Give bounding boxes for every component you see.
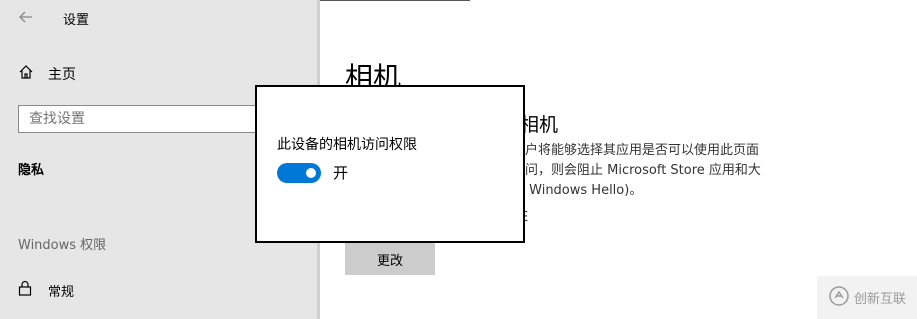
sidebar-item-home[interactable]: 主页	[18, 64, 76, 84]
sidebar-item-label: 常规	[48, 284, 75, 300]
section-heading: Windows 权限	[18, 238, 107, 253]
change-button[interactable]: 更改	[345, 243, 435, 275]
watermark-logo-icon	[828, 285, 850, 311]
app-title: 设置	[63, 13, 90, 28]
watermark: 创新互联	[817, 276, 917, 319]
description-line: 访问，则会阻止 Microsoft Store 应用和大	[512, 163, 761, 178]
camera-access-label: 此设备的相机访问权限	[277, 137, 417, 153]
camera-access-dialog: 此设备的相机访问权限 开	[255, 85, 525, 243]
description-line: 用户将能够选择其应用是否可以使用此页面	[512, 143, 760, 158]
toggle-state-text: 开	[333, 164, 349, 182]
sidebar-item-general[interactable]: 常规	[18, 280, 74, 300]
section-title: 相机	[520, 114, 559, 136]
back-arrow-icon[interactable]	[18, 9, 34, 25]
description-line: 止 Windows Hello)。	[512, 183, 643, 198]
watermark-text: 创新互联	[853, 292, 906, 307]
sidebar-item-label: 主页	[48, 67, 76, 83]
camera-access-toggle[interactable]	[277, 163, 321, 183]
title-bar-divider	[320, 0, 470, 1]
description: 用户将能够选择其应用是否可以使用此页面 访问，则会阻止 Microsoft St…	[512, 141, 812, 201]
search-input[interactable]	[18, 105, 256, 133]
home-icon	[18, 64, 34, 84]
lock-icon	[18, 280, 32, 300]
privacy-heading: 隐私	[18, 163, 45, 178]
toggle-knob	[306, 168, 316, 178]
